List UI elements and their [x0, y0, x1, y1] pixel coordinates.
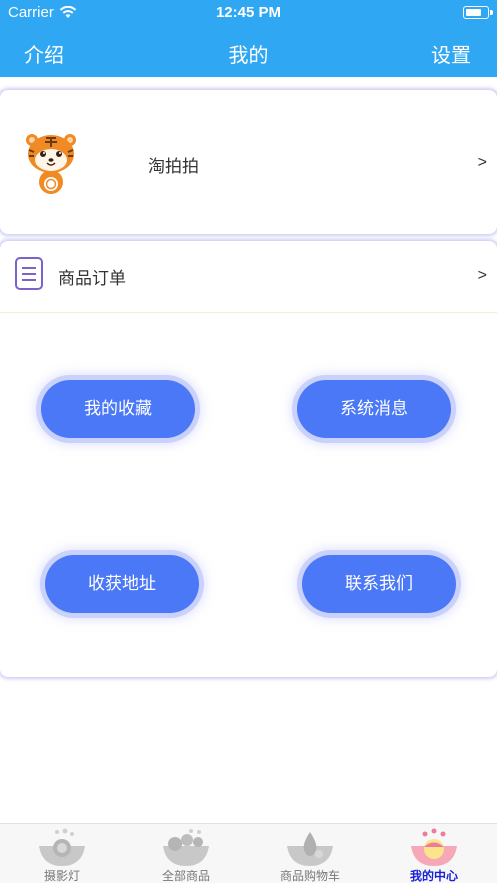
- nav-bar: 介绍 我的 设置: [0, 26, 497, 77]
- page-title: 我的: [228, 45, 269, 67]
- status-bar: Carrier 12:45 PM: [0, 0, 497, 26]
- profile-name: 淘拍拍: [148, 157, 199, 176]
- tab-label: 商品购物车: [279, 869, 340, 883]
- tab-cart[interactable]: 商品购物车: [248, 824, 372, 883]
- profile-card[interactable]: 淘拍拍 >: [0, 90, 497, 234]
- battery-icon: [463, 6, 493, 19]
- settings-nav-button[interactable]: 设置: [431, 39, 471, 68]
- tab-all-products[interactable]: 全部商品: [124, 824, 248, 883]
- orders-chevron-icon: >: [477, 267, 487, 284]
- main-card: 商品订单 > 我的收藏 系统消息 收获地址 联系我们: [0, 241, 497, 677]
- tab-photo-light[interactable]: 摄影灯: [0, 824, 124, 883]
- photo-light-icon: [39, 828, 85, 866]
- all-products-icon: [163, 829, 209, 866]
- tiger-mascot-icon: [26, 134, 76, 194]
- contact-button[interactable]: 联系我们: [302, 555, 456, 613]
- clock: 12:45 PM: [215, 4, 282, 21]
- tab-label: 摄影灯: [43, 869, 80, 883]
- orders-row[interactable]: 商品订单 >: [0, 241, 497, 313]
- orders-label: 商品订单: [58, 269, 126, 288]
- profile-chevron-icon: >: [477, 154, 487, 171]
- my-center-icon: [411, 828, 457, 866]
- cart-icon: [287, 832, 333, 866]
- messages-button[interactable]: 系统消息: [297, 380, 451, 438]
- favorites-button[interactable]: 我的收藏: [41, 380, 195, 438]
- tab-label: 全部商品: [161, 869, 210, 883]
- tab-label: 我的中心: [409, 869, 458, 883]
- document-icon: [15, 257, 43, 290]
- tab-bar: 摄影灯 全部商品 商品购物车 我的中心: [0, 823, 497, 883]
- tab-my-center[interactable]: 我的中心: [372, 824, 496, 883]
- address-button[interactable]: 收获地址: [45, 555, 199, 613]
